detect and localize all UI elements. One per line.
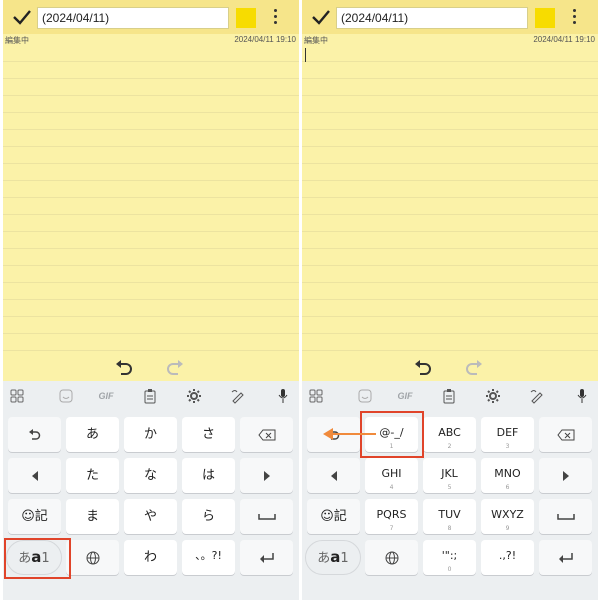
space-key[interactable] — [539, 499, 592, 534]
space-icon — [257, 513, 276, 520]
arrow-right-icon — [562, 470, 569, 481]
globe-key[interactable] — [365, 540, 418, 575]
punctuation-key[interactable]: 、。?! — [182, 540, 235, 575]
enter-key[interactable] — [240, 540, 293, 575]
backspace-key[interactable] — [539, 417, 592, 452]
note-title-input[interactable]: (2024/04/11) — [336, 7, 528, 29]
space-key[interactable] — [240, 499, 293, 534]
letter-key-ghi[interactable]: GHI 4 — [365, 458, 418, 493]
cursor-left-key[interactable] — [8, 458, 61, 493]
gif-button[interactable]: GIF — [95, 388, 117, 404]
note-timestamp: 2024/04/11 19:10 — [234, 35, 296, 44]
note-body[interactable] — [3, 45, 299, 353]
arrow-left-icon — [31, 470, 38, 481]
kana-key-ka[interactable]: か — [124, 417, 177, 452]
grid-icon[interactable] — [9, 388, 25, 404]
mic-icon[interactable] — [574, 388, 590, 404]
swipe-left-arrow-icon — [323, 428, 376, 440]
letter-key-abc[interactable]: ABC 2 — [423, 417, 476, 452]
kana-key-ya[interactable]: や — [124, 499, 177, 534]
mic-icon[interactable] — [275, 388, 291, 404]
emoji-symbol-key[interactable]: ☺記 — [8, 499, 61, 534]
system-nav-bar — [3, 590, 299, 600]
keyboard: GIF あ か さ た な は ☺記 ま や ら あa1 わ 、。?! — [3, 381, 299, 600]
grid-icon[interactable] — [308, 388, 324, 404]
undo-redo-bar — [3, 355, 299, 381]
undo-icon[interactable] — [414, 360, 432, 376]
undo-icon[interactable] — [115, 360, 133, 376]
backspace-key[interactable] — [240, 417, 293, 452]
globe-icon — [86, 551, 99, 564]
letter-key-jkl[interactable]: JKL 5 — [423, 458, 476, 493]
globe-key[interactable] — [66, 540, 119, 575]
handwriting-icon[interactable] — [529, 388, 545, 404]
backspace-icon — [257, 429, 275, 440]
check-icon[interactable] — [310, 8, 332, 26]
note-timestamp: 2024/04/11 19:10 — [533, 35, 595, 44]
enter-icon — [558, 552, 573, 563]
letter-key-pqrs[interactable]: PQRS 7 — [365, 499, 418, 534]
input-mode-key[interactable]: あa1 — [305, 540, 361, 575]
globe-icon — [385, 551, 398, 564]
note-title-input[interactable]: (2024/04/11) — [37, 7, 229, 29]
undo-key[interactable] — [8, 417, 61, 452]
punctuation-key[interactable]: .,?! — [481, 540, 534, 575]
color-picker-button[interactable] — [236, 8, 256, 28]
letter-key-wxyz[interactable]: WXYZ 9 — [481, 499, 534, 534]
clipboard-icon[interactable] — [142, 388, 158, 404]
undo-redo-bar — [302, 355, 598, 381]
arrow-right-icon — [263, 470, 270, 481]
cursor-left-key[interactable] — [307, 458, 360, 493]
arrow-left-icon — [330, 470, 337, 481]
enter-icon — [259, 552, 274, 563]
quote-symbol-key[interactable]: '":; 0 — [423, 540, 476, 575]
note-header: (2024/04/11) — [3, 0, 299, 34]
kana-key-ra[interactable]: ら — [182, 499, 235, 534]
keyboard-toolbar: GIF — [302, 381, 598, 411]
backspace-icon — [556, 429, 574, 440]
gif-button[interactable]: GIF — [394, 388, 416, 404]
kana-key-ta[interactable]: た — [66, 458, 119, 493]
more-vert-icon[interactable] — [568, 9, 580, 27]
right-screen: (2024/04/11) 編集中 2024/04/11 19:10 GIF @-… — [302, 0, 598, 600]
space-icon — [556, 513, 575, 520]
note-body[interactable] — [302, 45, 598, 353]
left-screen: (2024/04/11) 編集中 2024/04/11 19:10 GIF あ … — [3, 0, 299, 600]
sticker-icon[interactable] — [357, 388, 373, 404]
note-header: (2024/04/11) — [302, 0, 598, 34]
emoji-symbol-key[interactable]: ☺記 — [307, 499, 360, 534]
kana-key-na[interactable]: な — [124, 458, 177, 493]
letter-key-mno[interactable]: MNO 6 — [481, 458, 534, 493]
undo-key-icon — [28, 428, 40, 440]
keyboard-toolbar: GIF — [3, 381, 299, 411]
keyboard: GIF @-_/1 ABC 2 DEF 3 GHI 4 JKL 5 MNO 6 ☺記 PQ… — [302, 381, 598, 600]
text-cursor — [305, 48, 306, 62]
letter-key-tuv[interactable]: TUV 8 — [423, 499, 476, 534]
more-vert-icon[interactable] — [269, 9, 281, 27]
redo-icon[interactable] — [166, 360, 184, 376]
cursor-right-key[interactable] — [240, 458, 293, 493]
cursor-right-key[interactable] — [539, 458, 592, 493]
letter-key-def[interactable]: DEF 3 — [481, 417, 534, 452]
kana-key-ma[interactable]: ま — [66, 499, 119, 534]
kana-key-wa[interactable]: わ — [124, 540, 177, 575]
handwriting-icon[interactable] — [230, 388, 246, 404]
settings-icon[interactable] — [186, 388, 202, 404]
color-picker-button[interactable] — [535, 8, 555, 28]
kana-key-sa[interactable]: さ — [182, 417, 235, 452]
sticker-icon[interactable] — [58, 388, 74, 404]
redo-icon[interactable] — [465, 360, 483, 376]
settings-icon[interactable] — [485, 388, 501, 404]
kana-key-ha[interactable]: は — [182, 458, 235, 493]
kana-key-a[interactable]: あ — [66, 417, 119, 452]
check-icon[interactable] — [11, 8, 33, 26]
system-nav-bar — [302, 590, 598, 600]
highlight-mode-key — [4, 538, 71, 579]
clipboard-icon[interactable] — [441, 388, 457, 404]
enter-key[interactable] — [539, 540, 592, 575]
